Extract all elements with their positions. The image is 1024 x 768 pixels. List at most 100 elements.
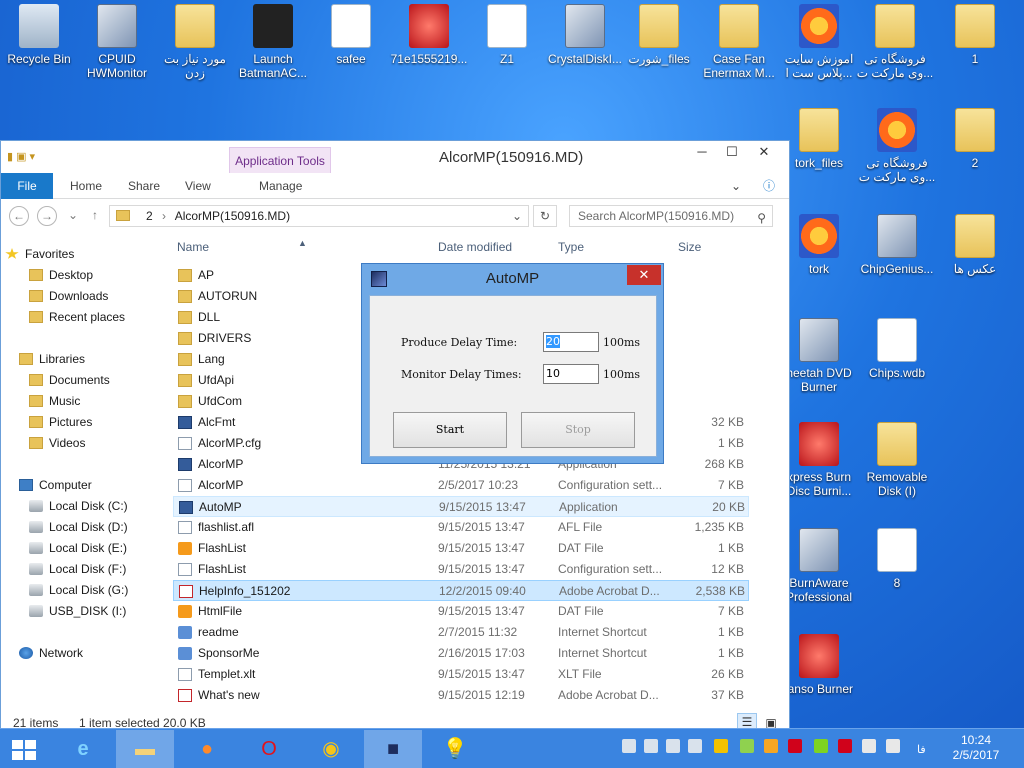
pen-icon[interactable] (740, 739, 754, 753)
nav-drive-g[interactable]: Local Disk (G:) (29, 580, 128, 600)
desktop-icon[interactable]: tork (780, 214, 858, 276)
taskbar-file-explorer[interactable]: ▬ (116, 730, 174, 768)
file-row[interactable]: FlashList 9/15/2015 13:47 DAT File 1 KB (173, 538, 749, 559)
taskbar-automp[interactable]: ■ (364, 730, 422, 768)
desktop-icon[interactable]: ianso Burner (780, 634, 858, 696)
nav-libraries[interactable]: Libraries (19, 349, 85, 369)
file-row[interactable]: What's new 9/15/2015 12:19 Adobe Acrobat D… (173, 685, 749, 706)
desktop-icon[interactable]: 71e1555219... (390, 4, 468, 66)
desktop-icon[interactable]: safee (312, 4, 390, 66)
tab-view[interactable]: View (171, 173, 225, 199)
desktop-icon[interactable]: شورت_files (620, 4, 698, 66)
taskbar-chrome[interactable]: ◉ (302, 730, 360, 768)
chevron-down-icon[interactable]: ⌄ (512, 206, 522, 226)
back-button[interactable]: ← (9, 206, 29, 226)
desktop-icon[interactable]: Chips.wdb (858, 318, 936, 380)
close-button[interactable]: ✕ (749, 141, 779, 163)
taskbar-opera[interactable]: O (240, 730, 298, 768)
ck-icon[interactable] (764, 739, 778, 753)
x-badge-icon[interactable] (788, 739, 802, 753)
forward-button[interactable]: → (37, 206, 57, 226)
breadcrumb-current[interactable]: AlcorMP(150916.MD) (175, 209, 290, 223)
desktop-icon[interactable]: Removable Disk (I) (858, 422, 936, 498)
nav-drive-e[interactable]: Local Disk (E:) (29, 538, 127, 558)
tab-file[interactable]: File (1, 173, 53, 199)
desktop-icon[interactable]: 8 (858, 528, 936, 590)
desktop-icon[interactable]: CPUID HWMonitor (78, 4, 156, 80)
file-row[interactable]: HelpInfo_151202 12/2/2015 09:40 Adobe Acro… (173, 580, 749, 601)
file-row[interactable]: HtmlFile 9/15/2015 13:47 DAT File 7 KB (173, 601, 749, 622)
up-button[interactable]: ↑ (85, 206, 105, 226)
network-status-icon[interactable] (862, 739, 876, 753)
produce-delay-input[interactable]: 20 (543, 332, 599, 352)
nav-computer[interactable]: Computer (19, 475, 92, 495)
recent-locations-icon[interactable]: ⌄ (63, 206, 83, 226)
nav-favorites[interactable]: Favorites (5, 244, 74, 264)
desktop-icon[interactable]: xpress Burn Disc Burni... (780, 422, 858, 498)
desktop-icon[interactable]: Case Fan Enermax M... (700, 4, 778, 80)
desktop-icon[interactable]: Launch BatmanAC... (234, 4, 312, 80)
nav-downloads[interactable]: Downloads (29, 286, 108, 306)
column-name[interactable]: Name (177, 237, 209, 257)
flag-icon[interactable] (838, 739, 852, 753)
file-row[interactable]: Templet.xlt 9/15/2015 13:47 XLT File 26 KB (173, 664, 749, 685)
taskbar-ie[interactable]: e (54, 730, 112, 768)
warning-icon[interactable] (714, 739, 728, 753)
nav-drive-d[interactable]: Local Disk (D:) (29, 517, 128, 537)
desktop-icon[interactable]: CrystalDiskI... (546, 4, 624, 66)
refresh-button[interactable]: ↻ (533, 205, 557, 227)
desktop-icon[interactable]: heetah DVD Burner (780, 318, 858, 394)
usb-device-icon[interactable] (666, 739, 680, 753)
desktop-icon[interactable]: 1 (936, 4, 1014, 66)
file-row[interactable]: AutoMP 9/15/2015 13:47 Application 20 KB (173, 496, 749, 517)
help-icon[interactable]: ⓘ (763, 173, 775, 199)
desktop-icon[interactable]: ChipGenius... (858, 214, 936, 276)
column-size[interactable]: Size (678, 237, 701, 257)
nav-documents[interactable]: Documents (29, 370, 110, 390)
nav-videos[interactable]: Videos (29, 433, 85, 453)
desktop-icon[interactable]: BurnAware Professional (780, 528, 858, 604)
address-bar[interactable]: 2 › AlcorMP(150916.MD) ⌄ (109, 205, 529, 227)
minimize-button[interactable]: ─ (687, 141, 717, 163)
nav-recent-places[interactable]: Recent places (29, 307, 125, 327)
nav-drive-i[interactable]: USB_DISK (I:) (29, 601, 126, 621)
start-button[interactable]: Start (393, 412, 507, 448)
desktop-icon[interactable]: Recycle Bin (0, 4, 78, 66)
tab-share[interactable]: Share (114, 173, 174, 199)
column-type[interactable]: Type (558, 237, 584, 257)
tab-manage[interactable]: Manage (245, 173, 316, 199)
file-row[interactable]: AlcorMP 2/5/2017 10:23 Configuration sett.… (173, 475, 749, 496)
usb-device-icon[interactable] (644, 739, 658, 753)
monitor-delay-input[interactable]: 10 (543, 364, 599, 384)
nav-desktop[interactable]: Desktop (29, 265, 93, 285)
nav-drive-f[interactable]: Local Disk (F:) (29, 559, 126, 579)
expand-ribbon-icon[interactable]: ⌄ (731, 173, 741, 199)
file-row[interactable]: SponsorMe 2/16/2015 17:03 Internet Shortcu… (173, 643, 749, 664)
taskbar-firefox[interactable]: ● (178, 730, 236, 768)
nav-network[interactable]: Network (19, 643, 83, 663)
file-row[interactable]: flashlist.afl 9/15/2015 13:47 AFL File 1,23… (173, 517, 749, 538)
desktop-icon[interactable]: عکس ها (936, 214, 1014, 276)
nav-music[interactable]: Music (29, 391, 80, 411)
usb-device-icon[interactable] (622, 739, 636, 753)
nvidia-icon[interactable] (814, 739, 828, 753)
start-button[interactable] (0, 730, 48, 768)
file-row[interactable]: FlashList 9/15/2015 13:47 Configuration se… (173, 559, 749, 580)
language-indicator[interactable]: فا (917, 743, 926, 756)
desktop-icon[interactable]: مورد نیاز بت زدن (156, 4, 234, 80)
nav-pictures[interactable]: Pictures (29, 412, 92, 432)
dialog-close-button[interactable]: ✕ (627, 265, 661, 285)
tab-home[interactable]: Home (56, 173, 116, 199)
breadcrumb-prefix[interactable]: 2 (146, 209, 153, 223)
desktop-icon[interactable]: Z1 (468, 4, 546, 66)
quick-access-toolbar[interactable]: ▮ ▣ ▾ (7, 150, 35, 163)
desktop-icon[interactable]: فروشگاه تی وی مارکت ت... (856, 4, 934, 80)
usb-device-icon[interactable] (688, 739, 702, 753)
clock[interactable]: 10:24 2/5/2017 (944, 733, 1008, 763)
desktop-icon[interactable]: اموزش سایت پلاس ست ا... (780, 4, 858, 80)
search-input[interactable]: Search AlcorMP(150916.MD) ⚲ (569, 205, 773, 227)
desktop-icon[interactable]: 2 (936, 108, 1014, 170)
nav-drive-c[interactable]: Local Disk (C:) (29, 496, 128, 516)
maximize-button[interactable]: ☐ (717, 141, 747, 163)
stop-button[interactable]: Stop (521, 412, 635, 448)
